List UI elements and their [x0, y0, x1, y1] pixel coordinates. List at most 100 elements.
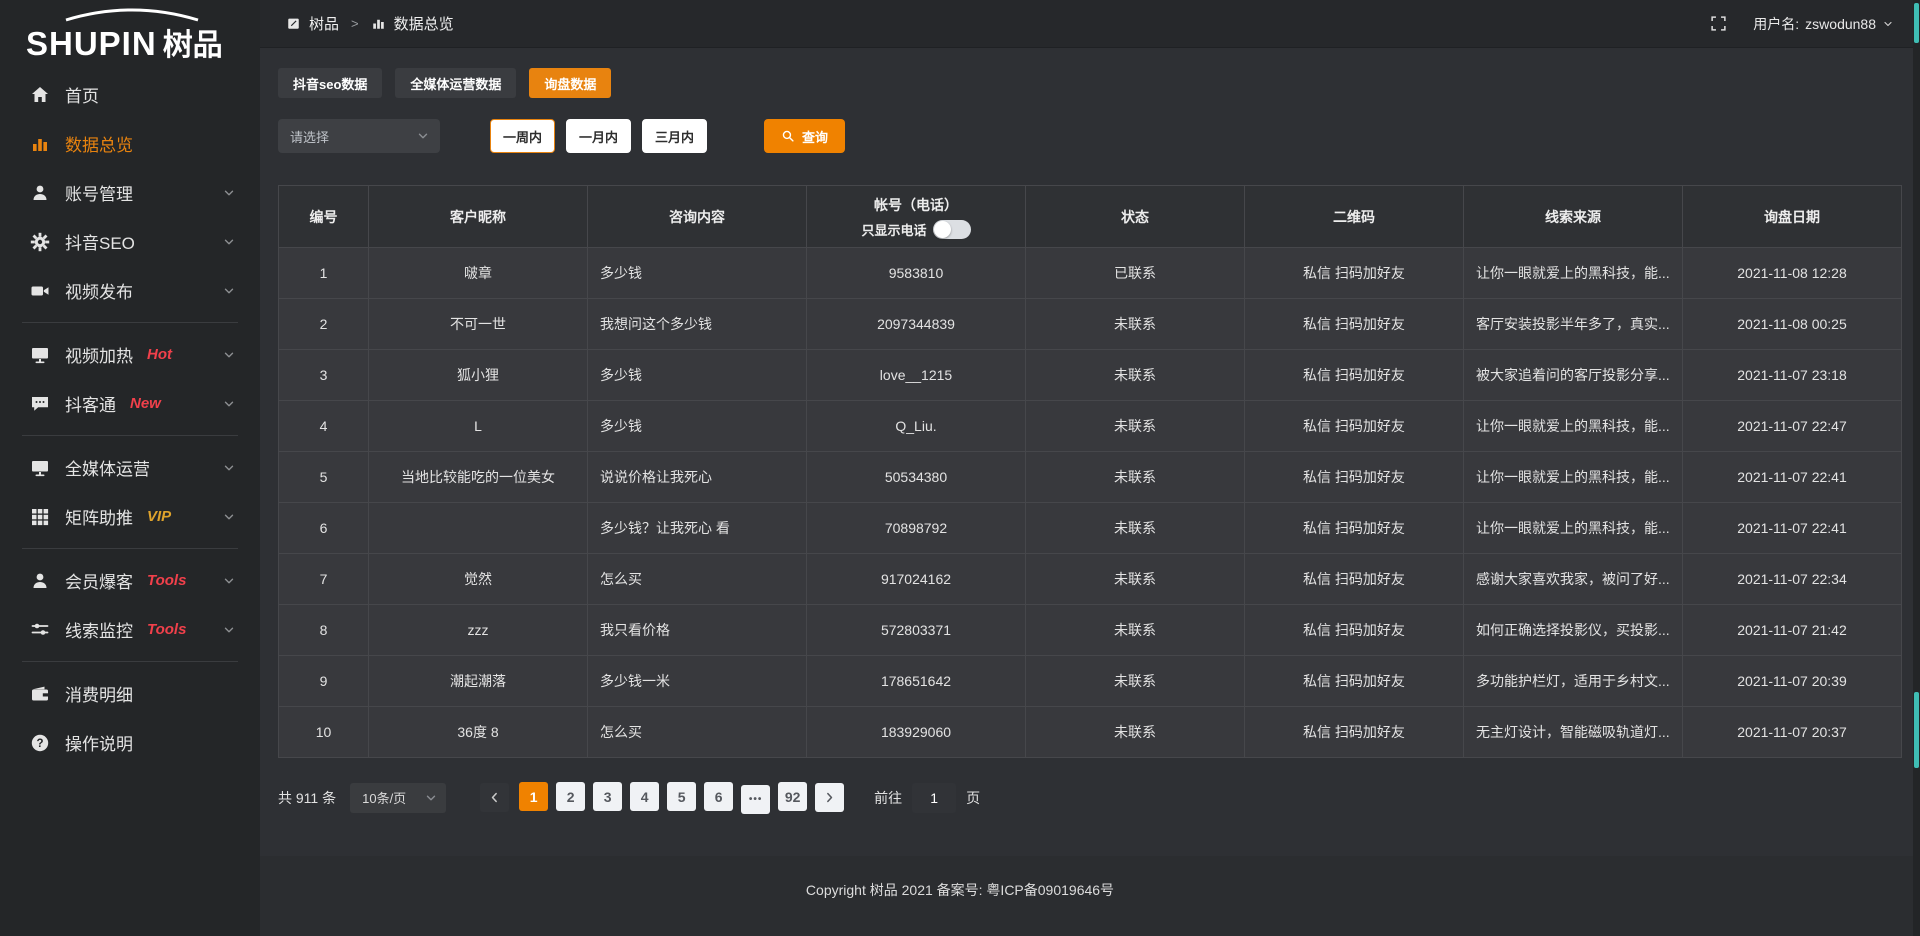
page-button-4[interactable]: 4	[630, 782, 659, 811]
sidebar-item-video-heat[interactable]: 视频加热Hot	[0, 330, 260, 379]
cell-content: 多少钱？让我死心 看	[588, 503, 807, 554]
cell-source[interactable]: 如何正确选择投影仪，买投影...	[1464, 605, 1683, 656]
sidebar-item-video-publish[interactable]: 视频发布	[0, 266, 260, 315]
page-button-1[interactable]: 1	[519, 782, 548, 811]
col-content: 咨询内容	[588, 186, 807, 248]
cell-qrcode[interactable]: 私信 扫码加好友	[1245, 248, 1464, 299]
fullscreen-icon[interactable]	[1710, 15, 1727, 32]
sidebar-item-data-overview[interactable]: 数据总览	[0, 119, 260, 168]
next-page-button[interactable]	[815, 783, 844, 812]
range-button-one-week[interactable]: 一周内	[490, 119, 555, 153]
prev-page-button[interactable]	[480, 783, 509, 812]
page-button-3[interactable]: 3	[593, 782, 622, 811]
grid-icon	[30, 507, 50, 527]
cell-qrcode[interactable]: 私信 扫码加好友	[1245, 401, 1464, 452]
sidebar-item-spend-detail[interactable]: 消费明细	[0, 669, 260, 718]
cell-source[interactable]: 让你一眼就爱上的黑科技，能...	[1464, 401, 1683, 452]
scrollbar-track[interactable]	[1913, 0, 1920, 936]
question-icon: ?	[30, 733, 50, 753]
app-square-icon	[286, 16, 301, 31]
cell-source[interactable]: 被大家追着问的客厅投影分享...	[1464, 350, 1683, 401]
cell-date: 2021-11-07 22:41	[1683, 503, 1902, 554]
table-row: 4L多少钱Q_Liu.未联系私信 扫码加好友让你一眼就爱上的黑科技，能...20…	[279, 401, 1902, 452]
page-button-2[interactable]: 2	[556, 782, 585, 811]
cell-source[interactable]: 无主灯设计，智能磁吸轨道灯...	[1464, 707, 1683, 758]
sidebar-divider	[22, 661, 238, 662]
col-source: 线索来源	[1464, 186, 1683, 248]
sidebar-item-badge: VIP	[147, 508, 171, 525]
chevron-right-icon	[823, 791, 836, 804]
col-qrcode: 二维码	[1245, 186, 1464, 248]
cell-account: 2097344839	[807, 299, 1026, 350]
sidebar-item-label: 抖音SEO	[65, 229, 135, 254]
filter-select[interactable]: 请选择	[278, 119, 440, 153]
cell-source[interactable]: 让你一眼就爱上的黑科技，能...	[1464, 452, 1683, 503]
page-button-92[interactable]: 92	[778, 782, 807, 811]
range-button-three-months[interactable]: 三月内	[642, 119, 707, 153]
chart-small-icon	[371, 16, 386, 31]
cell-date: 2021-11-07 22:41	[1683, 452, 1902, 503]
cell-source[interactable]: 让你一眼就爱上的黑科技，能...	[1464, 248, 1683, 299]
scrollbar-thumb[interactable]	[1914, 3, 1919, 43]
cell-index: 1	[279, 248, 369, 299]
cell-qrcode[interactable]: 私信 扫码加好友	[1245, 350, 1464, 401]
chevron-down-icon	[222, 186, 236, 200]
sidebar-item-label: 线索监控	[65, 617, 133, 642]
breadcrumb: 树品 > 数据总览	[286, 13, 454, 34]
inquiry-table: 编号客户昵称咨询内容帐号（电话）只显示电话状态二维码线索来源询盘日期 1啵章多少…	[278, 185, 1902, 758]
breadcrumb-root[interactable]: 树品	[309, 13, 339, 34]
cell-source[interactable]: 客厅安装投影半年多了，真实...	[1464, 299, 1683, 350]
cell-account: 178651642	[807, 656, 1026, 707]
cell-qrcode[interactable]: 私信 扫码加好友	[1245, 656, 1464, 707]
cell-qrcode[interactable]: 私信 扫码加好友	[1245, 605, 1464, 656]
sidebar-item-label: 会员爆客	[65, 568, 133, 593]
goto-page-input[interactable]	[912, 783, 956, 813]
cell-qrcode[interactable]: 私信 扫码加好友	[1245, 452, 1464, 503]
sidebar-item-matrix-boost[interactable]: 矩阵助推VIP	[0, 492, 260, 541]
person-icon	[30, 571, 50, 591]
chevron-down-icon	[416, 129, 430, 143]
cell-source[interactable]: 多功能护栏灯，适用于乡村文...	[1464, 656, 1683, 707]
range-button-one-month[interactable]: 一月内	[566, 119, 631, 153]
cell-qrcode[interactable]: 私信 扫码加好友	[1245, 299, 1464, 350]
sidebar-divider	[22, 435, 238, 436]
phone-only-toggle[interactable]	[933, 220, 971, 239]
page-button-5[interactable]: 5	[667, 782, 696, 811]
more-pages-button[interactable]: •••	[741, 785, 770, 814]
cell-qrcode[interactable]: 私信 扫码加好友	[1245, 707, 1464, 758]
cell-status: 已联系	[1026, 248, 1245, 299]
cell-source[interactable]: 感谢大家喜欢我家，被问了好...	[1464, 554, 1683, 605]
sidebar-item-account-management[interactable]: 账号管理	[0, 168, 260, 217]
sidebar-item-douketong[interactable]: 抖客通New	[0, 379, 260, 428]
sidebar-item-clue-monitor[interactable]: 线索监控Tools	[0, 605, 260, 654]
query-button-label: 查询	[802, 127, 828, 146]
phone-only-label: 只显示电话	[861, 220, 926, 239]
sidebar-item-label: 视频发布	[65, 278, 133, 303]
username: zswodun88	[1805, 16, 1876, 32]
tab-douyin-seo-data[interactable]: 抖音seo数据	[278, 68, 382, 98]
sidebar-item-help[interactable]: ?操作说明	[0, 718, 260, 767]
sidebar-item-label: 账号管理	[65, 180, 133, 205]
range-buttons: 一周内一月内三月内	[490, 119, 718, 153]
filter-bar: 请选择 一周内一月内三月内 查询	[278, 119, 1902, 153]
chevron-down-icon	[222, 461, 236, 475]
cell-status: 未联系	[1026, 503, 1245, 554]
query-button[interactable]: 查询	[764, 119, 845, 153]
sidebar-item-home[interactable]: 首页	[0, 70, 260, 119]
sidebar-menu: 首页数据总览账号管理抖音SEO 视频发布视频加热Hot抖客通New 全媒体运营矩阵助…	[0, 70, 260, 767]
sidebar-item-member-baoke[interactable]: 会员爆客Tools	[0, 556, 260, 605]
cell-qrcode[interactable]: 私信 扫码加好友	[1245, 503, 1464, 554]
sidebar-item-douyin-seo[interactable]: 抖音SEO	[0, 217, 260, 266]
scrollbar-thumb[interactable]	[1914, 692, 1919, 768]
user-menu[interactable]: 用户名: zswodun88	[1753, 14, 1894, 34]
tab-media-operation-data[interactable]: 全媒体运营数据	[395, 68, 516, 98]
cell-source[interactable]: 让你一眼就爱上的黑科技，能...	[1464, 503, 1683, 554]
cell-qrcode[interactable]: 私信 扫码加好友	[1245, 554, 1464, 605]
tab-inquiry-data[interactable]: 询盘数据	[529, 68, 611, 98]
gear-icon	[30, 232, 50, 252]
page-size-select[interactable]: 10条/页	[350, 783, 446, 813]
page-button-6[interactable]: 6	[704, 782, 733, 811]
cell-nickname: 啵章	[369, 248, 588, 299]
sidebar-item-media-operation[interactable]: 全媒体运营	[0, 443, 260, 492]
table-header-row: 编号客户昵称咨询内容帐号（电话）只显示电话状态二维码线索来源询盘日期	[279, 186, 1902, 248]
